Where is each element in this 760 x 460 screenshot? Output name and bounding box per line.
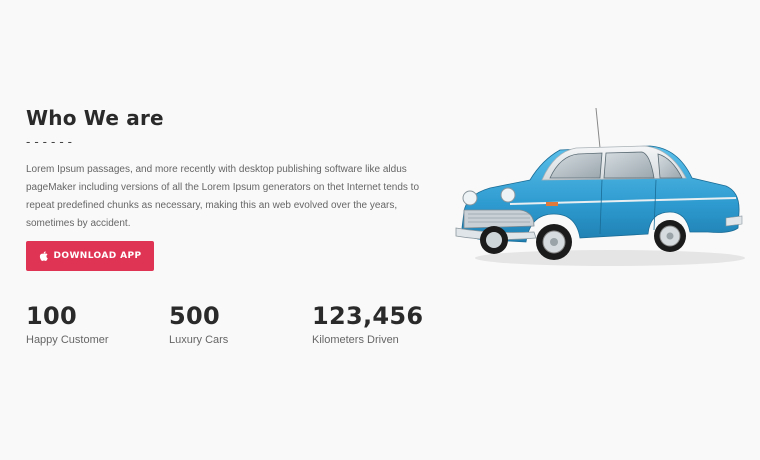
- about-description: Lorem Ipsum passages, and more recently …: [26, 164, 420, 229]
- download-app-label: DOWNLOAD APP: [53, 251, 142, 261]
- stat-label: Kilometers Driven: [312, 334, 399, 346]
- vintage-blue-car-image: [455, 107, 745, 266]
- download-app-button[interactable]: DOWNLOAD APP: [26, 241, 154, 271]
- stat-kilometers-driven: 123,456 Kilometers Driven: [312, 302, 423, 347]
- stat-label: Luxury Cars: [169, 334, 229, 346]
- stat-label: Happy Customer: [26, 334, 109, 346]
- stat-value: 123,456: [312, 302, 424, 330]
- title-divider: ------: [26, 134, 76, 149]
- apple-icon: [39, 251, 48, 261]
- stat-happy-customer: 100 Happy Customer: [26, 302, 109, 347]
- about-section: Who We are ------ Lorem Ipsum passages, …: [0, 0, 760, 460]
- stat-value: 500: [169, 302, 220, 330]
- about-text-column: Who We are ------ Lorem Ipsum passages, …: [26, 103, 446, 233]
- section-title: Who We are: [26, 106, 164, 130]
- stat-luxury-cars: 500 Luxury Cars: [169, 302, 228, 347]
- stat-value: 100: [26, 302, 77, 330]
